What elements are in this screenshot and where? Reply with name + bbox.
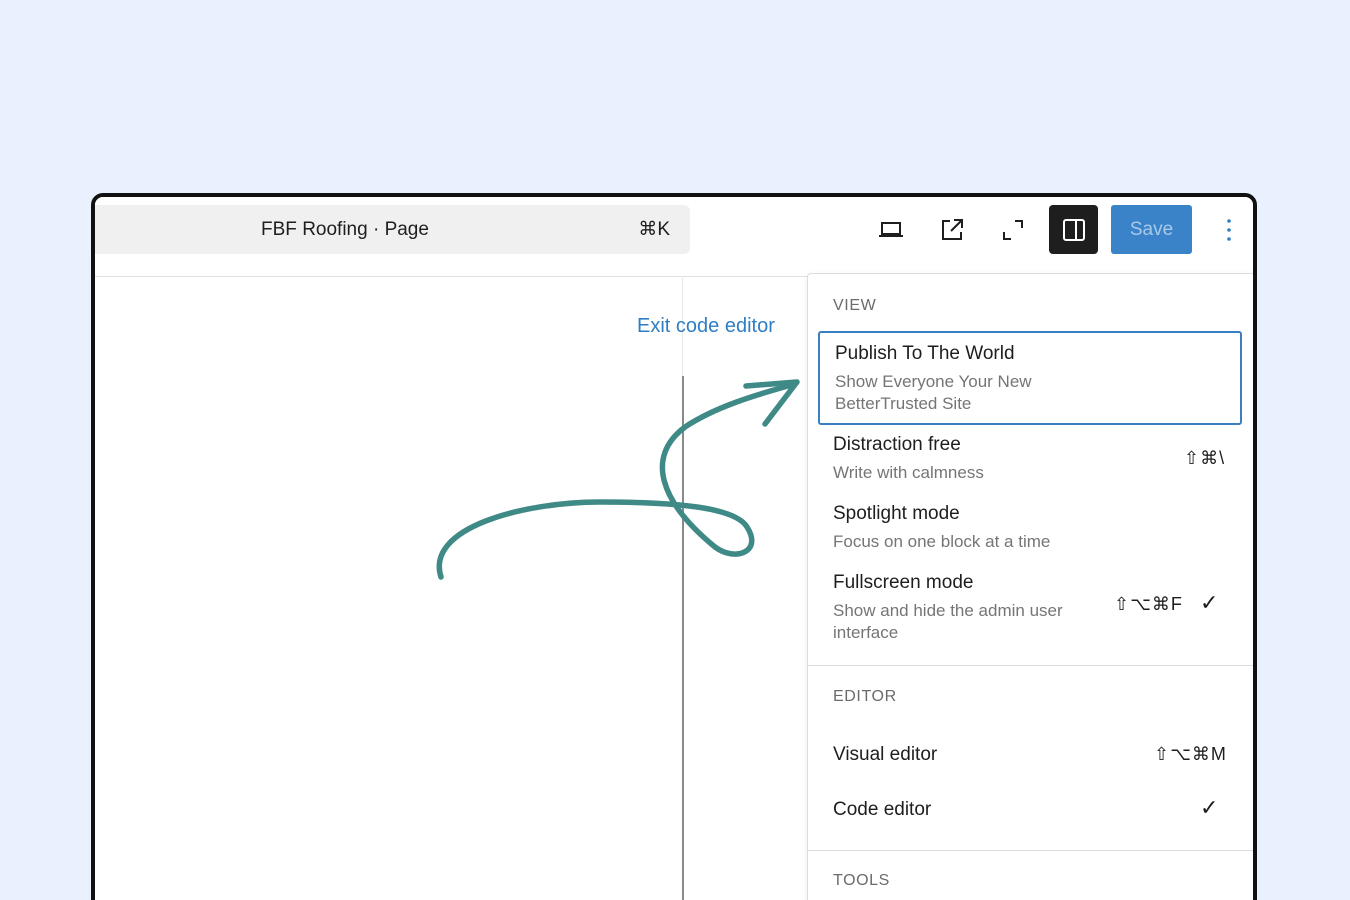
menu-item-description: Show Everyone Your New BetterTrusted Sit… — [835, 372, 1032, 413]
menu-item-shortcut: ⇧⌥⌘F — [1114, 594, 1183, 614]
menu-item-spotlight[interactable]: Spotlight mode Focus on one block at a t… — [818, 499, 1242, 559]
menu-item-shortcut: ⇧⌘\ — [1184, 448, 1226, 468]
editor-window: FBF Roofing · Page ⌘K Save Exit code edi… — [91, 193, 1257, 900]
menu-item-shortcut: ⇧⌥⌘M — [1154, 744, 1227, 764]
check-icon: ✓ — [1200, 795, 1219, 820]
editor-section-label: EDITOR — [833, 688, 897, 705]
menu-item-description: Write with calmness — [833, 463, 984, 482]
menu-item-description: Show and hide the admin user interface — [833, 601, 1063, 642]
menu-item-title: Visual editor — [833, 744, 938, 765]
menu-item-title: Publish To The World — [835, 343, 1015, 364]
menu-item-code-editor[interactable]: Code editor ✓ — [818, 789, 1242, 833]
menu-item-title: Distraction free — [833, 434, 961, 455]
check-icon: ✓ — [1200, 590, 1219, 615]
view-section-label: VIEW — [833, 297, 877, 314]
options-dropdown-menu: VIEW Publish To The World Show Everyone … — [807, 273, 1253, 900]
menu-item-publish[interactable]: Publish To The World Show Everyone Your … — [818, 331, 1242, 425]
menu-item-title: Fullscreen mode — [833, 572, 974, 593]
menu-separator — [808, 665, 1253, 666]
menu-item-title: Spotlight mode — [833, 503, 960, 524]
menu-item-distraction-free[interactable]: Distraction free Write with calmness ⇧⌘\ — [818, 430, 1242, 490]
menu-item-title: Code editor — [833, 799, 932, 820]
menu-separator — [808, 850, 1253, 851]
menu-item-visual-editor[interactable]: Visual editor ⇧⌥⌘M — [818, 734, 1242, 778]
menu-item-description: Focus on one block at a time — [833, 532, 1051, 551]
tools-section-label: TOOLS — [833, 872, 890, 889]
menu-item-fullscreen[interactable]: Fullscreen mode Show and hide the admin … — [818, 568, 1242, 648]
